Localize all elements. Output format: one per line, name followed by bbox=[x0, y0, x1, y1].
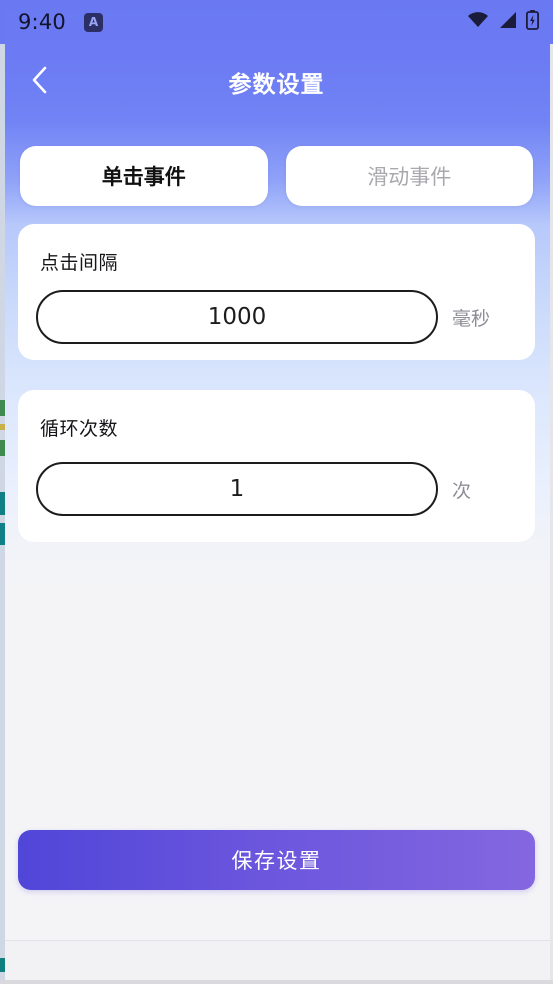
click-interval-label: 点击间隔 bbox=[40, 252, 119, 274]
background-app-edge-left bbox=[0, 0, 5, 984]
app-notification-icon: A bbox=[83, 12, 103, 32]
loop-count-row: 1 次 bbox=[36, 462, 519, 516]
page-title: 参数设置 bbox=[228, 72, 325, 98]
loop-count-unit: 次 bbox=[452, 479, 472, 502]
click-interval-card: 点击间隔 1000 毫秒 bbox=[18, 224, 535, 360]
click-interval-input[interactable]: 1000 bbox=[36, 290, 438, 344]
chevron-left-icon bbox=[29, 65, 51, 99]
loop-count-card: 循环次数 1 次 bbox=[18, 390, 535, 542]
save-settings-button[interactable]: 保存设置 bbox=[18, 830, 535, 890]
click-interval-row: 1000 毫秒 bbox=[36, 290, 519, 344]
loop-count-input[interactable]: 1 bbox=[36, 462, 438, 516]
app-header: 参数设置 bbox=[0, 44, 553, 120]
cellular-signal-icon bbox=[498, 11, 517, 33]
bottom-navigation-bar bbox=[5, 940, 550, 980]
wifi-icon bbox=[467, 11, 489, 33]
click-interval-unit: 毫秒 bbox=[452, 307, 491, 330]
status-bar-indicators bbox=[467, 10, 539, 34]
status-bar: 9:40 A bbox=[0, 0, 553, 44]
status-bar-clock: 9:40 bbox=[18, 10, 66, 34]
tab-click-event[interactable]: 单击事件 bbox=[20, 146, 268, 206]
battery-charging-icon bbox=[525, 10, 539, 34]
back-button[interactable] bbox=[20, 62, 60, 102]
phone-screen: 9:40 A 参数设置 单击事件 滑动事件 点击间隔 1000 毫秒 循环次数 … bbox=[0, 0, 553, 984]
screen-bottom-edge bbox=[0, 980, 553, 984]
loop-count-label: 循环次数 bbox=[40, 418, 119, 440]
event-type-tabs: 单击事件 滑动事件 bbox=[20, 146, 533, 206]
tab-swipe-event[interactable]: 滑动事件 bbox=[285, 146, 533, 206]
